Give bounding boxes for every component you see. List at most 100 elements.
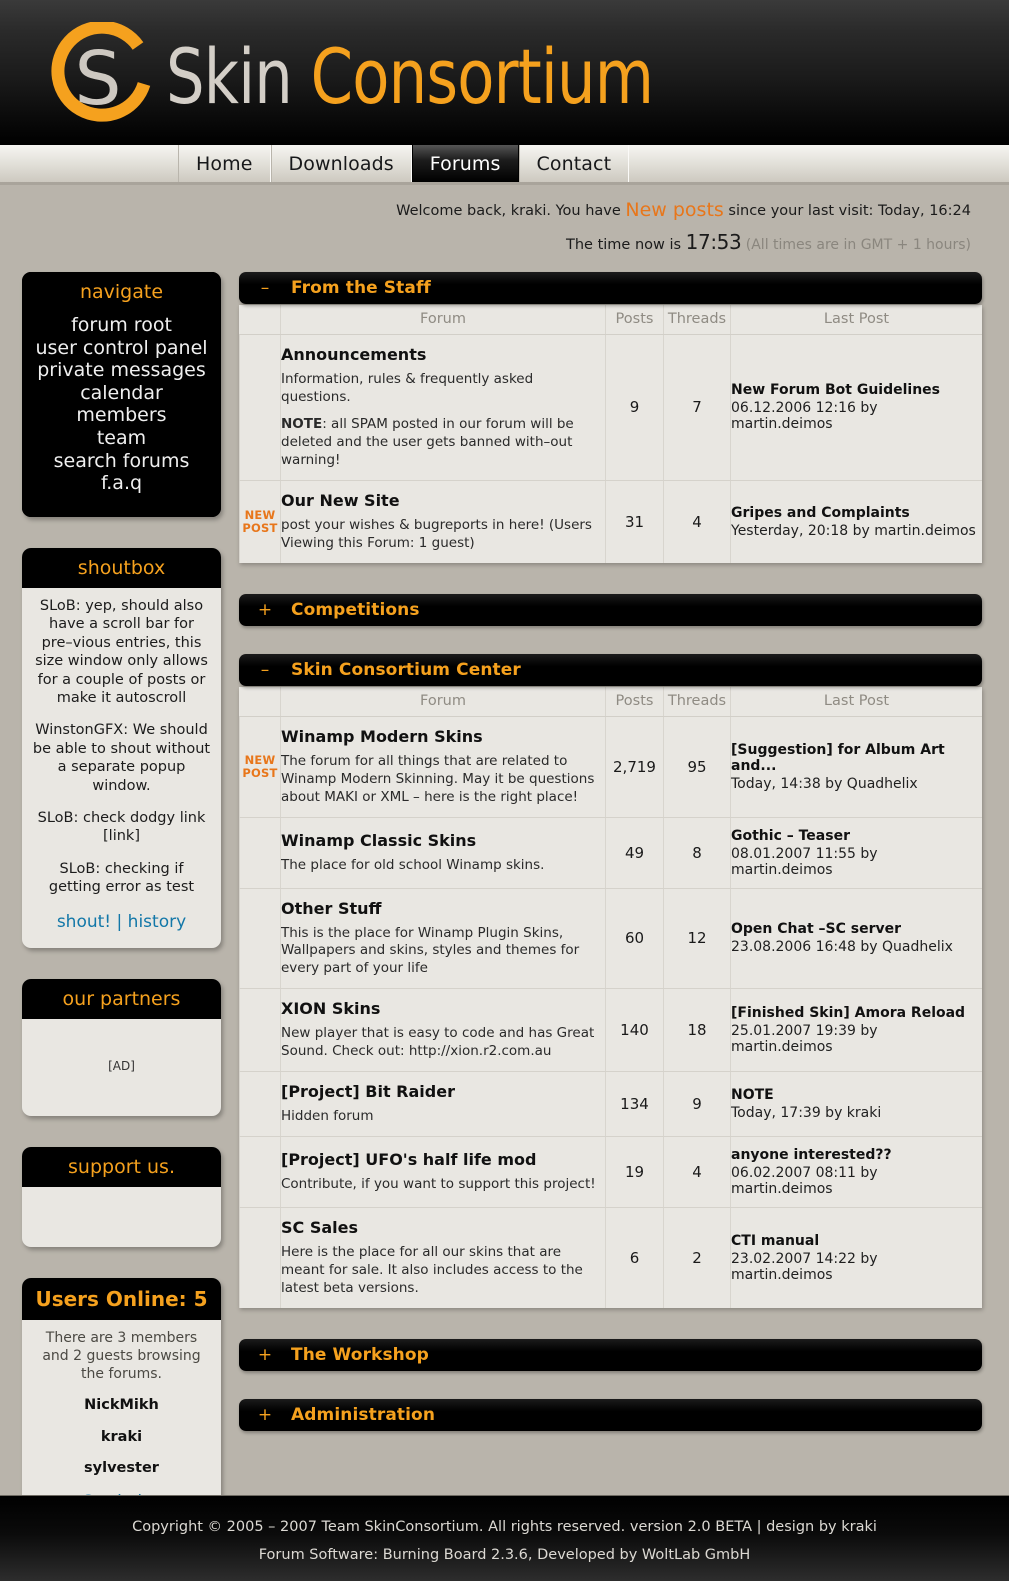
- category-toggle-icon[interactable]: +: [239, 600, 291, 620]
- forum-name-link[interactable]: Winamp Modern Skins: [281, 727, 605, 746]
- category-title: From the Staff: [291, 278, 431, 298]
- forum-status-cell: NEW POST: [239, 480, 281, 563]
- table-row[interactable]: Announcements Information, rules & frequ…: [239, 334, 982, 481]
- table-row[interactable]: Winamp Classic Skins The place for old s…: [239, 817, 982, 889]
- column-posts: Posts: [605, 305, 664, 335]
- sidebar-box-support: support us.: [22, 1146, 221, 1247]
- forum-threads-count: 9: [663, 1071, 731, 1138]
- new-post-badge: NEW POST: [242, 507, 278, 535]
- last-post-title-link[interactable]: CTI manual: [731, 1233, 982, 1249]
- forum-posts-count: 140: [605, 988, 664, 1073]
- nav-item-home[interactable]: Home: [178, 145, 271, 182]
- column-last-post: Last Post: [730, 686, 982, 717]
- table-row[interactable]: [Project] Bit Raider Hidden forum 134 9 …: [239, 1071, 982, 1138]
- forum-posts-count: 60: [605, 888, 664, 990]
- last-post-title-link[interactable]: Gothic – Teaser: [731, 828, 982, 844]
- nav-item-downloads[interactable]: Downloads: [270, 145, 412, 182]
- column-last-post: Last Post: [730, 305, 982, 335]
- new-posts-link[interactable]: New posts: [625, 199, 723, 221]
- partners-body: [AD]: [22, 1019, 221, 1116]
- sidebar-nav-link[interactable]: search forums: [28, 450, 215, 473]
- forum-name-link[interactable]: Winamp Classic Skins: [281, 831, 605, 850]
- category-toggle-icon[interactable]: –: [239, 278, 291, 298]
- shout-message: SLoB: yep, should also have a scroll bar…: [35, 597, 208, 706]
- category-toggle-icon[interactable]: +: [239, 1345, 291, 1365]
- forum-name-link[interactable]: [Project] Bit Raider: [281, 1082, 605, 1101]
- last-post-title-link[interactable]: [Finished Skin] Amora Reload: [731, 1005, 982, 1021]
- last-post-title-link[interactable]: [Suggestion] for Album Art and...: [731, 742, 982, 774]
- column-forum: Forum: [280, 305, 606, 335]
- sidebar-nav-link[interactable]: f.a.q: [28, 472, 215, 495]
- time-prefix: The time now is: [566, 237, 686, 253]
- sidebar-nav-link[interactable]: calendar: [28, 382, 215, 405]
- last-post-title-link[interactable]: Open Chat –SC server: [731, 921, 982, 937]
- forum-threads-count: 8: [663, 817, 731, 889]
- table-row[interactable]: XION Skins New player that is easy to co…: [239, 988, 982, 1073]
- last-post-title-link[interactable]: anyone interested??: [731, 1147, 982, 1163]
- last-post-title-link[interactable]: NOTE: [731, 1087, 982, 1103]
- table-row[interactable]: Other Stuff This is the place for Winamp…: [239, 888, 982, 990]
- online-user[interactable]: sylvester: [32, 1459, 211, 1479]
- site-logo[interactable]: S Skin Consortium: [40, 20, 775, 132]
- forum-name-link[interactable]: Other Stuff: [281, 899, 605, 918]
- category-header[interactable]: – Skin Consortium Center: [239, 653, 982, 686]
- forum-category: – From the Staff Forum Posts Threads Las…: [239, 272, 982, 563]
- sidebar-nav-link[interactable]: user control panel: [28, 337, 215, 360]
- forum-name-link[interactable]: XION Skins: [281, 999, 605, 1018]
- nav-item-contact[interactable]: Contact: [518, 145, 630, 182]
- sidebar-nav-link[interactable]: members: [28, 404, 215, 427]
- category-header[interactable]: + Administration: [239, 1399, 982, 1432]
- forum-name-link[interactable]: Our New Site: [281, 491, 605, 510]
- forum-name-link[interactable]: [Project] UFO's half life mod: [281, 1150, 605, 1169]
- category-toggle-icon[interactable]: –: [239, 660, 291, 680]
- column-posts: Posts: [605, 686, 664, 717]
- table-row[interactable]: [Project] UFO's half life mod Contribute…: [239, 1136, 982, 1209]
- table-row[interactable]: NEW POST Our New Site post your wishes & …: [239, 480, 982, 563]
- forum-status-cell: [239, 888, 281, 990]
- online-user[interactable]: NickMikh: [32, 1396, 211, 1416]
- last-post-title-link[interactable]: Gripes and Complaints: [731, 505, 982, 521]
- sc-circle-s-logo-icon: S: [40, 20, 160, 132]
- forum-description-part: Here is the place for all our skins that…: [281, 1244, 583, 1297]
- forum-description-part: post your wishes & bugreports in here! (…: [281, 516, 592, 551]
- forum-status-cell: [239, 334, 281, 481]
- sidebar-nav-link[interactable]: forum root: [28, 314, 215, 337]
- sidebar-nav-link[interactable]: team: [28, 427, 215, 450]
- forum-name-link[interactable]: Announcements: [281, 345, 605, 364]
- last-post-meta: 06.02.2007 08:11 by martin.deimos: [731, 1165, 878, 1198]
- online-user[interactable]: kraki: [32, 1428, 211, 1448]
- category-header[interactable]: – From the Staff: [239, 272, 982, 304]
- category-toggle-icon[interactable]: +: [239, 1405, 291, 1425]
- forum-name-link[interactable]: SC Sales: [281, 1218, 605, 1237]
- site-footer: Copyright © 2005 – 2007 Team SkinConsort…: [0, 1495, 1009, 1581]
- site-brand: Skin Consortium: [166, 39, 654, 115]
- forum-last-post-cell: Gripes and Complaints Yesterday, 20:18 b…: [730, 480, 982, 563]
- forum-posts-count: 134: [605, 1071, 664, 1138]
- nav-item-forums[interactable]: Forums: [411, 145, 519, 182]
- forum-description: The place for old school Winamp skins.: [281, 857, 605, 875]
- svg-text:S: S: [75, 36, 122, 122]
- shout-link[interactable]: shout!: [57, 912, 111, 932]
- shout-history-link[interactable]: history: [128, 912, 186, 932]
- sidebar: navigate forum root user control panel pri…: [22, 272, 221, 1559]
- forum-description: Information, rules & frequently asked qu…: [281, 371, 605, 470]
- forum-status-cell: [239, 1136, 281, 1209]
- last-post-meta: 23.02.2007 14:22 by martin.deimos: [731, 1251, 878, 1284]
- table-row[interactable]: SC Sales Here is the place for all our s…: [239, 1207, 982, 1309]
- category-title: Skin Consortium Center: [291, 659, 521, 680]
- category-header[interactable]: + The Workshop: [239, 1339, 982, 1372]
- sidebar-box-navigate: navigate forum root user control panel pri…: [22, 272, 221, 517]
- category-header[interactable]: + Competitions: [239, 593, 982, 626]
- sidebar-nav-link[interactable]: private messages: [28, 359, 215, 382]
- forum-status-cell: [239, 1207, 281, 1309]
- forum-description: Hidden forum: [281, 1108, 605, 1126]
- main-navigation: Home Downloads Forums Contact: [0, 145, 1009, 185]
- welcome-line: Welcome back, kraki. You have New posts …: [0, 199, 971, 221]
- welcome-bar: Welcome back, kraki. You have New posts …: [0, 185, 1009, 262]
- table-header-row: Forum Posts Threads Last Post: [239, 686, 982, 717]
- last-post-title-link[interactable]: New Forum Bot Guidelines: [731, 382, 982, 398]
- nav-item-label: Contact: [536, 152, 612, 175]
- forum-description-part: New player that is easy to code and has …: [281, 1025, 595, 1060]
- last-post-meta: 23.08.2006 16:48 by Quadhelix: [731, 939, 953, 956]
- table-row[interactable]: NEW POST Winamp Modern Skins The forum fo…: [239, 716, 982, 818]
